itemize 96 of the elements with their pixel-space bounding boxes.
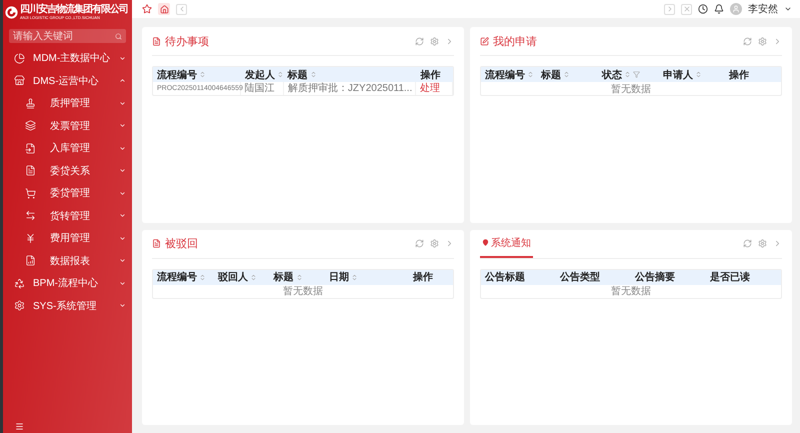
menu-item[interactable]: 质押管理 [3,92,132,114]
column-header: 日期 [328,270,349,284]
avatar[interactable] [730,3,742,15]
column-header: 公告摘要 [635,270,675,284]
company-name: 四川安吉物流集团有限公司 [20,4,128,15]
search-icon [115,32,122,40]
column-header: 流程编号 [157,270,197,284]
sort-icon[interactable] [310,71,317,78]
empty-message: 暂无数据 [283,284,323,298]
refresh-icon[interactable] [415,239,424,248]
tab[interactable]: 系统通知 [480,230,533,258]
process-link[interactable]: 处理 [416,82,453,95]
menu-item[interactable]: 委贷管理 [3,182,132,204]
sort-icon[interactable] [199,71,206,78]
user-icon [732,5,740,13]
cart-icon [25,188,36,199]
refresh-icon[interactable] [743,36,752,46]
chevron-right-icon[interactable] [445,36,454,46]
column-header: 驳回人 [218,270,248,284]
chevron-right-icon[interactable] [445,239,454,248]
sort-icon[interactable] [199,274,206,280]
logo-icon [5,6,18,18]
sort-icon[interactable] [250,274,258,280]
close-icon [682,5,690,13]
yen-icon [25,232,36,244]
sort-icon[interactable] [562,71,570,78]
menu-item[interactable]: MDM-主数据中心 [3,47,132,70]
star-icon[interactable] [142,4,152,14]
menu-item[interactable]: BPM-流程中心 [3,272,132,294]
stamp-icon [25,98,36,109]
user-name[interactable]: 李安然 [748,2,778,16]
column-header: 流程编号 [485,68,525,82]
sort-icon[interactable] [296,274,303,280]
menu-item[interactable]: 发票管理 [3,114,132,137]
refresh-icon[interactable] [743,239,752,248]
menu-item[interactable]: 委贷关系 [3,160,132,182]
menu-icon[interactable] [15,422,24,431]
panel-title: 被驳回 [165,237,198,251]
gear-icon [14,300,25,312]
pin-icon [482,239,489,246]
column-header: 操作 [729,68,750,82]
edit-icon [480,36,489,46]
menu-item[interactable]: 费用管理 [3,227,132,250]
home-icon [160,4,168,14]
sort-icon[interactable] [694,71,702,78]
document-icon [152,239,161,248]
menu-item[interactable]: 数据报表 [3,250,132,272]
recycle-icon [14,278,25,289]
settings-icon[interactable] [430,239,439,248]
clock-icon[interactable] [698,4,708,14]
filter-icon[interactable] [632,71,640,78]
pie-chart-icon [14,52,25,64]
refresh-icon[interactable] [415,36,424,46]
panel-title: 待办事项 [165,34,209,48]
column-header: 公告标题 [485,270,525,284]
chart-file-icon [25,255,36,266]
file-input-icon [25,142,36,154]
table-cell: 解质押审批：JZY2025011... [284,82,416,95]
chevron-right-icon[interactable] [773,36,782,46]
column-header: 标题 [288,68,308,82]
sort-icon[interactable] [276,71,284,78]
column-header: 发起人 [244,68,275,82]
column-header: 是否已读 [710,270,750,284]
settings-icon[interactable] [758,239,767,248]
menu-item[interactable]: SYS-系统管理 [3,294,132,317]
settings-icon[interactable] [758,36,767,46]
empty-message: 暂无数据 [611,82,651,96]
sort-icon[interactable] [624,71,631,78]
caret-icon[interactable] [784,5,792,13]
column-header: 流程编号 [157,68,197,82]
column-header: 操作 [412,270,433,284]
column-header: 申请人 [662,68,693,82]
forward-button[interactable] [664,4,675,14]
column-header: 标题 [274,270,294,284]
column-header: 公告类型 [560,270,600,284]
menu-item[interactable]: DMS-运营中心 [3,70,132,92]
column-header: 操作 [420,68,441,82]
sort-icon[interactable] [350,274,358,280]
document-icon [152,36,161,46]
store-icon [14,75,25,86]
column-header: 标题 [540,68,561,82]
settings-icon[interactable] [430,36,439,46]
back-button[interactable] [176,4,187,14]
sort-icon[interactable] [527,71,534,78]
home-button[interactable] [158,3,170,15]
menu-item[interactable]: 货转管理 [3,204,132,227]
menu-item[interactable]: 入库管理 [3,137,132,160]
column-header: 状态 [602,68,622,82]
document-icon [25,165,36,176]
empty-message: 暂无数据 [611,284,651,298]
panel-title: 我的申请 [493,34,537,48]
layers-icon [25,120,36,132]
bell-icon[interactable] [714,4,724,14]
chevron-right-icon[interactable] [773,239,782,248]
close-button[interactable] [681,4,692,14]
exchange-icon [25,210,36,222]
